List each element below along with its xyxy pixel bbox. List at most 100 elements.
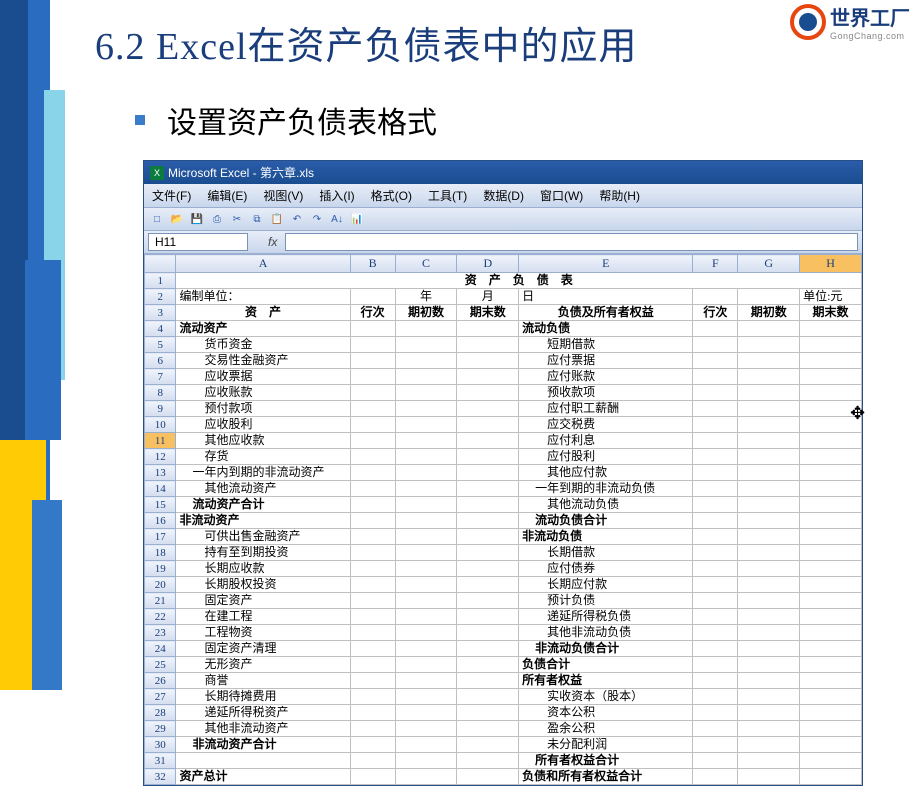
cell[interactable] [693, 417, 738, 433]
cell[interactable]: 应收账款 [176, 385, 350, 401]
cell[interactable] [395, 721, 457, 737]
cell[interactable]: 非流动负债合计 [519, 641, 693, 657]
cell[interactable] [693, 657, 738, 673]
cell[interactable] [395, 753, 457, 769]
cell[interactable] [800, 657, 862, 673]
cell[interactable]: 应交税费 [519, 417, 693, 433]
cell[interactable] [457, 433, 519, 449]
cell[interactable]: 一年内到期的非流动资产 [176, 465, 350, 481]
cell[interactable] [800, 689, 862, 705]
cell[interactable] [738, 369, 800, 385]
cell[interactable] [395, 513, 457, 529]
cell[interactable] [693, 337, 738, 353]
save-icon[interactable]: 💾 [188, 210, 206, 228]
menu-item[interactable]: 格式(O) [367, 186, 416, 205]
cell[interactable] [457, 369, 519, 385]
cell[interactable]: 流动负债合计 [519, 513, 693, 529]
cell[interactable]: 应付票据 [519, 353, 693, 369]
cell[interactable]: 长期应收款 [176, 561, 350, 577]
redo-icon[interactable]: ↷ [308, 210, 326, 228]
cell[interactable] [457, 385, 519, 401]
cell[interactable] [395, 593, 457, 609]
cell[interactable] [350, 353, 395, 369]
column-header[interactable]: H [800, 255, 862, 273]
cell[interactable] [395, 369, 457, 385]
cell[interactable] [350, 417, 395, 433]
cell[interactable] [693, 497, 738, 513]
cell[interactable] [395, 481, 457, 497]
cell[interactable] [693, 769, 738, 785]
cell[interactable] [800, 769, 862, 785]
row-header[interactable]: 7 [145, 369, 176, 385]
fx-label[interactable]: fx [268, 235, 277, 249]
cell[interactable] [693, 353, 738, 369]
cell[interactable] [738, 769, 800, 785]
cell[interactable] [457, 321, 519, 337]
row-header[interactable]: 11 [145, 433, 176, 449]
cell[interactable] [176, 753, 350, 769]
cell[interactable]: 日 [519, 289, 693, 305]
cell[interactable] [693, 753, 738, 769]
cell[interactable]: 行次 [693, 305, 738, 321]
menu-item[interactable]: 插入(I) [315, 186, 358, 205]
cell[interactable] [457, 497, 519, 513]
cell[interactable] [457, 737, 519, 753]
column-header[interactable]: D [457, 255, 519, 273]
cell[interactable] [693, 705, 738, 721]
cell[interactable] [738, 385, 800, 401]
cell[interactable]: 长期应付款 [519, 577, 693, 593]
cell[interactable] [738, 513, 800, 529]
cell[interactable]: 资本公积 [519, 705, 693, 721]
cell[interactable]: 资产总计 [176, 769, 350, 785]
cell[interactable] [800, 337, 862, 353]
cell[interactable]: 固定资产 [176, 593, 350, 609]
cell[interactable] [457, 465, 519, 481]
cell[interactable] [350, 577, 395, 593]
cell[interactable] [350, 721, 395, 737]
cell[interactable] [457, 769, 519, 785]
cell[interactable] [693, 433, 738, 449]
cell[interactable] [350, 641, 395, 657]
menu-item[interactable]: 帮助(H) [595, 186, 644, 205]
cell[interactable] [738, 561, 800, 577]
cell[interactable]: 非流动资产合计 [176, 737, 350, 753]
cell[interactable] [395, 385, 457, 401]
row-header[interactable]: 13 [145, 465, 176, 481]
cell[interactable] [457, 401, 519, 417]
cell[interactable] [738, 705, 800, 721]
cell[interactable]: 存货 [176, 449, 350, 465]
row-header[interactable]: 31 [145, 753, 176, 769]
cell[interactable] [395, 561, 457, 577]
cell[interactable] [693, 737, 738, 753]
cell[interactable] [395, 673, 457, 689]
cell[interactable] [457, 625, 519, 641]
cell[interactable]: 货币资金 [176, 337, 350, 353]
cell[interactable]: 行次 [350, 305, 395, 321]
cell[interactable]: 长期待摊费用 [176, 689, 350, 705]
cell[interactable]: 持有至到期投资 [176, 545, 350, 561]
cell[interactable] [800, 369, 862, 385]
cell[interactable] [395, 689, 457, 705]
row-header[interactable]: 8 [145, 385, 176, 401]
row-header[interactable]: 20 [145, 577, 176, 593]
cell[interactable] [395, 545, 457, 561]
cell[interactable]: 其他流动负债 [519, 497, 693, 513]
cell[interactable] [350, 481, 395, 497]
cell[interactable]: 流动资产合计 [176, 497, 350, 513]
cell[interactable] [350, 609, 395, 625]
cell[interactable] [457, 705, 519, 721]
cell[interactable] [738, 449, 800, 465]
cell[interactable] [800, 753, 862, 769]
cell[interactable]: 负债及所有者权益 [519, 305, 693, 321]
cell[interactable] [350, 369, 395, 385]
cell[interactable] [350, 497, 395, 513]
cell[interactable]: 年 [395, 289, 457, 305]
cell[interactable]: 其他应付款 [519, 465, 693, 481]
cell[interactable] [738, 641, 800, 657]
row-header[interactable]: 29 [145, 721, 176, 737]
cell[interactable] [800, 721, 862, 737]
menu-item[interactable]: 窗口(W) [536, 186, 587, 205]
cell[interactable]: 负债合计 [519, 657, 693, 673]
cell[interactable]: 其他非流动资产 [176, 721, 350, 737]
cell[interactable] [738, 401, 800, 417]
